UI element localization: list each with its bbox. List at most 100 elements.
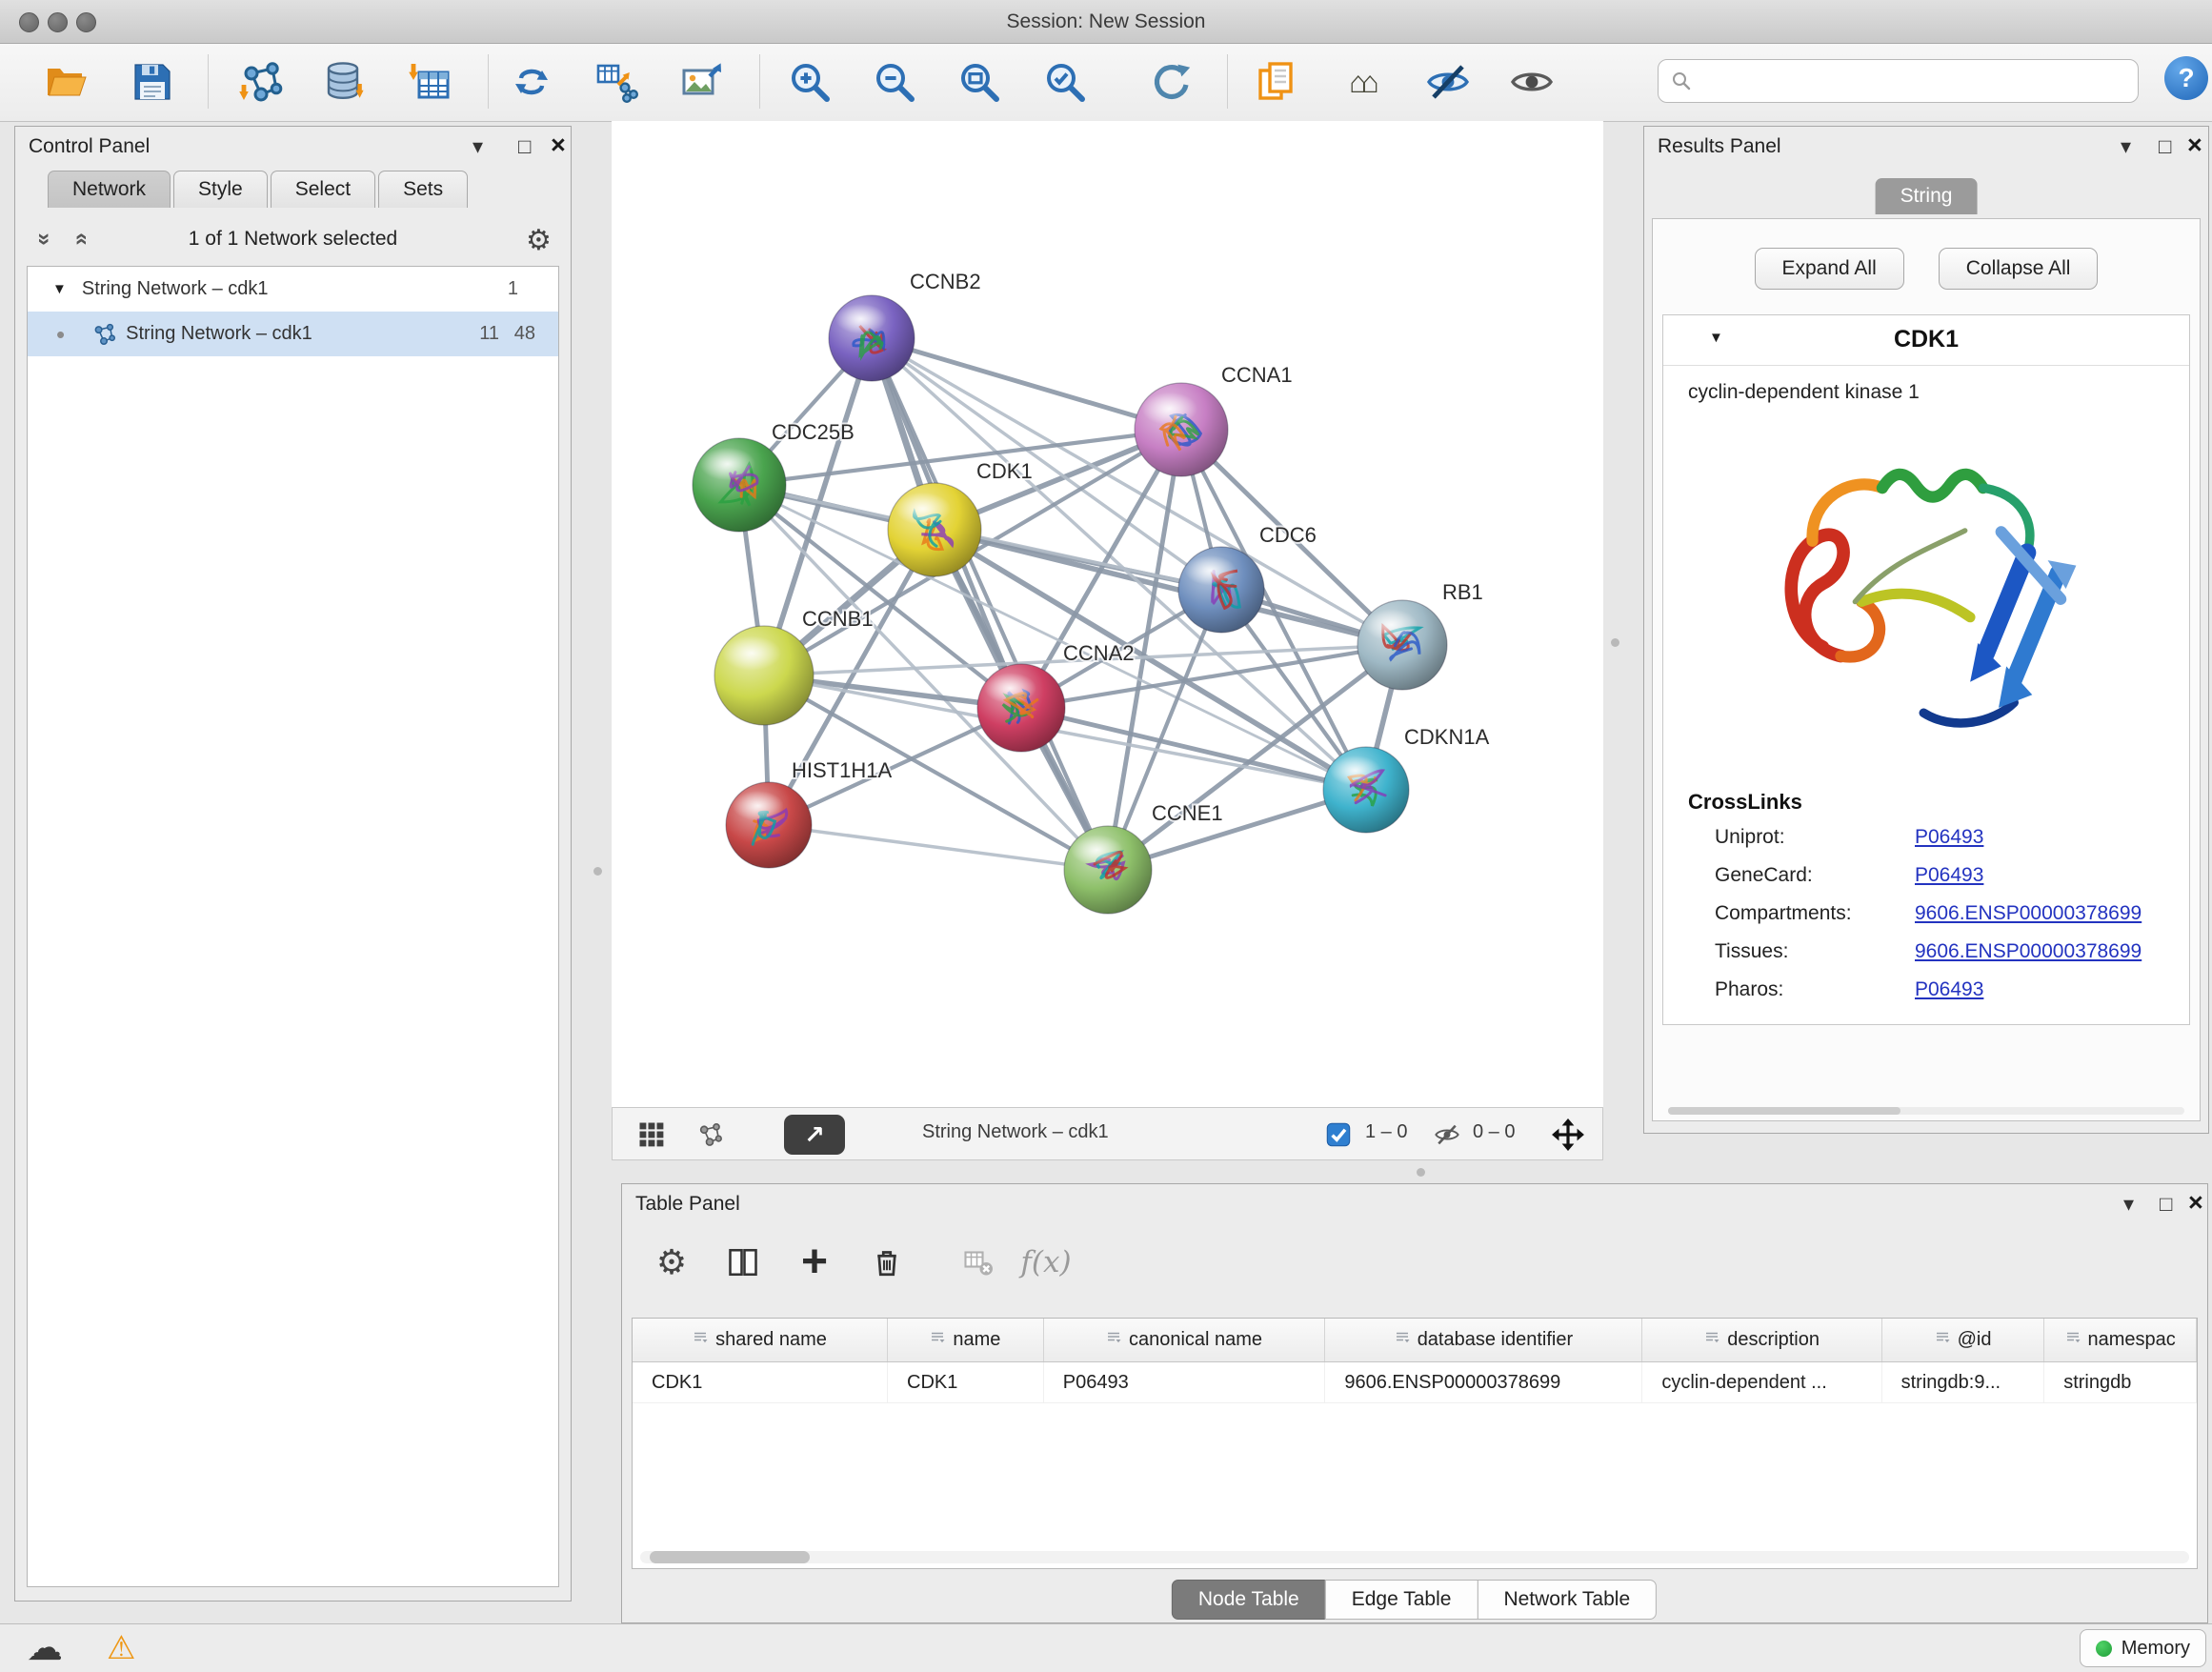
tab-string[interactable]: String — [1876, 178, 1978, 214]
table-cell[interactable]: CDK1 — [633, 1362, 888, 1402]
collection-expand-icon[interactable]: ▼ — [52, 281, 67, 297]
tab-node-table[interactable]: Node Table — [1172, 1580, 1326, 1620]
table-cell[interactable]: stringdb — [2044, 1362, 2197, 1402]
open-session-button[interactable] — [40, 55, 93, 109]
node-CDK1[interactable]: CDK1 — [888, 459, 1033, 576]
network-from-table-button[interactable] — [591, 55, 644, 109]
table-cell[interactable]: stringdb:9... — [1882, 1362, 2045, 1402]
zoom-selected-button[interactable] — [1038, 55, 1092, 109]
panel-close-icon[interactable]: × — [2187, 131, 2202, 160]
search-input[interactable] — [1693, 70, 2126, 93]
export-image-button[interactable] — [675, 55, 729, 109]
network-row-selected[interactable]: • String Network – cdk1 11 48 — [28, 312, 558, 356]
crosslink-value[interactable]: 9606.ENSP00000378699 — [1915, 940, 2142, 963]
tab-edge-table[interactable]: Edge Table — [1325, 1580, 1478, 1620]
panel-close-icon[interactable]: × — [2188, 1188, 2203, 1218]
table-options-button[interactable]: ⚙ — [651, 1236, 693, 1289]
hidden-eye-slash-icon[interactable] — [1434, 1121, 1460, 1148]
splitter-handle[interactable] — [1611, 638, 1619, 647]
selected-checkbox-icon[interactable] — [1325, 1121, 1352, 1148]
network-graph[interactable]: CCNB2CCNA1CDC25BCDK1CDC6RB1CCNB1CCNA2CDK… — [612, 121, 1603, 1107]
annotation-mode-button[interactable]: ↗ — [784, 1115, 845, 1155]
network-canvas[interactable]: CCNB2CCNA1CDC25BCDK1CDC6RB1CCNB1CCNA2CDK… — [612, 121, 1603, 1107]
column-header-namespac[interactable]: namespac — [2044, 1319, 2197, 1361]
node-CCNE1[interactable]: CCNE1 — [1064, 801, 1223, 914]
copy-style-button[interactable] — [1250, 55, 1303, 109]
birdseye-grid-icon[interactable] — [637, 1120, 666, 1149]
panel-float-icon[interactable]: □ — [518, 134, 531, 159]
panel-menu-icon[interactable]: ▾ — [2123, 1192, 2134, 1217]
column-header-description[interactable]: description — [1642, 1319, 1881, 1361]
node-CCNA1[interactable]: CCNA1 — [1135, 363, 1293, 476]
table-cell[interactable]: cyclin-dependent ... — [1642, 1362, 1881, 1402]
import-network-database-button[interactable] — [316, 55, 370, 109]
export-image-icon — [679, 59, 725, 105]
column-header-database-identifier[interactable]: database identifier — [1325, 1319, 1642, 1361]
import-table-file-button[interactable] — [404, 55, 457, 109]
create-column-button[interactable]: + — [794, 1236, 835, 1289]
tab-style[interactable]: Style — [173, 171, 268, 208]
edge-CCNB2-CCNA1[interactable] — [872, 338, 1181, 430]
memory-button[interactable]: Memory — [2080, 1629, 2206, 1667]
compartments-button[interactable]: ⌂⌂ — [1337, 55, 1391, 109]
tab-sets[interactable]: Sets — [378, 171, 468, 208]
show-all-button[interactable] — [1505, 55, 1558, 109]
column-header-canonical-name[interactable]: canonical name — [1044, 1319, 1326, 1361]
save-session-button[interactable] — [126, 55, 179, 109]
results-hscrollbar[interactable] — [1668, 1107, 2184, 1115]
collapse-all-button[interactable]: Collapse All — [1939, 248, 2099, 290]
warning-icon[interactable]: ⚠ — [107, 1629, 135, 1667]
toolbar-search[interactable] — [1658, 59, 2139, 103]
import-network-file-button[interactable] — [234, 55, 288, 109]
zoom-in-button[interactable] — [783, 55, 836, 109]
zoom-out-button[interactable] — [868, 55, 921, 109]
expand-all-button[interactable]: Expand All — [1755, 248, 1904, 290]
panel-menu-icon[interactable]: ▾ — [473, 134, 483, 159]
crosslink-value[interactable]: P06493 — [1915, 978, 1983, 1001]
table-row[interactable]: CDK1CDK1P064939606.ENSP00000378699cyclin… — [633, 1362, 2197, 1403]
panel-float-icon[interactable]: □ — [2160, 1192, 2172, 1217]
edge-CDK1-RB1[interactable] — [935, 530, 1402, 645]
splitter-handle[interactable] — [1417, 1168, 1425, 1177]
column-header-shared-name[interactable]: shared name — [633, 1319, 888, 1361]
pan-crosshair-icon[interactable] — [1551, 1118, 1585, 1152]
zoom-fit-button[interactable] — [953, 55, 1006, 109]
show-columns-button[interactable] — [722, 1236, 764, 1289]
clone-network-button[interactable] — [505, 55, 558, 109]
splitter-handle[interactable] — [593, 867, 602, 876]
window-zoom-button[interactable] — [76, 12, 96, 32]
cloud-icon[interactable]: ☁ — [27, 1626, 63, 1669]
node-CDKN1A[interactable]: CDKN1A — [1323, 725, 1490, 833]
crosslink-value[interactable]: 9606.ENSP00000378699 — [1915, 902, 2142, 925]
panel-close-icon[interactable]: × — [551, 131, 566, 160]
gene-entry-header[interactable]: ▼ CDK1 — [1663, 315, 2189, 366]
edge-CCNB2-CCNE1[interactable] — [872, 338, 1108, 870]
table-cell[interactable]: CDK1 — [888, 1362, 1044, 1402]
column-header-name[interactable]: name — [888, 1319, 1044, 1361]
delete-column-button[interactable] — [866, 1236, 908, 1289]
node-HIST1H1A[interactable]: HIST1H1A — [726, 758, 892, 868]
edge-HIST1H1A-CCNE1[interactable] — [769, 825, 1108, 870]
function-builder-button[interactable]: f(x) — [1013, 1236, 1079, 1289]
refresh-layout-button[interactable] — [1145, 55, 1198, 109]
window-close-button[interactable] — [19, 12, 39, 32]
panel-menu-icon[interactable]: ▾ — [2121, 134, 2131, 159]
network-options-gear-icon[interactable]: ⚙ — [526, 224, 552, 257]
panel-float-icon[interactable]: □ — [2159, 134, 2171, 159]
tab-select[interactable]: Select — [271, 171, 375, 208]
crosslink-value[interactable]: P06493 — [1915, 826, 1983, 849]
node-CCNB1[interactable]: CCNB1 — [714, 607, 874, 725]
help-button[interactable]: ? — [2164, 56, 2208, 100]
tab-network-table[interactable]: Network Table — [1477, 1580, 1657, 1620]
column-header-@id[interactable]: @id — [1882, 1319, 2045, 1361]
crosslink-value[interactable]: P06493 — [1915, 864, 1983, 887]
table-cell[interactable]: P06493 — [1044, 1362, 1326, 1402]
node-RB1[interactable]: RB1 — [1357, 580, 1483, 690]
hide-selected-button[interactable] — [1421, 55, 1475, 109]
tab-network[interactable]: Network — [48, 171, 171, 208]
table-cell[interactable]: 9606.ENSP00000378699 — [1325, 1362, 1642, 1402]
table-hscrollbar[interactable] — [640, 1551, 2189, 1563]
window-minimize-button[interactable] — [48, 12, 68, 32]
network-collection-row[interactable]: ▼ String Network – cdk1 1 — [28, 267, 558, 312]
network-overview-icon[interactable] — [696, 1121, 723, 1148]
